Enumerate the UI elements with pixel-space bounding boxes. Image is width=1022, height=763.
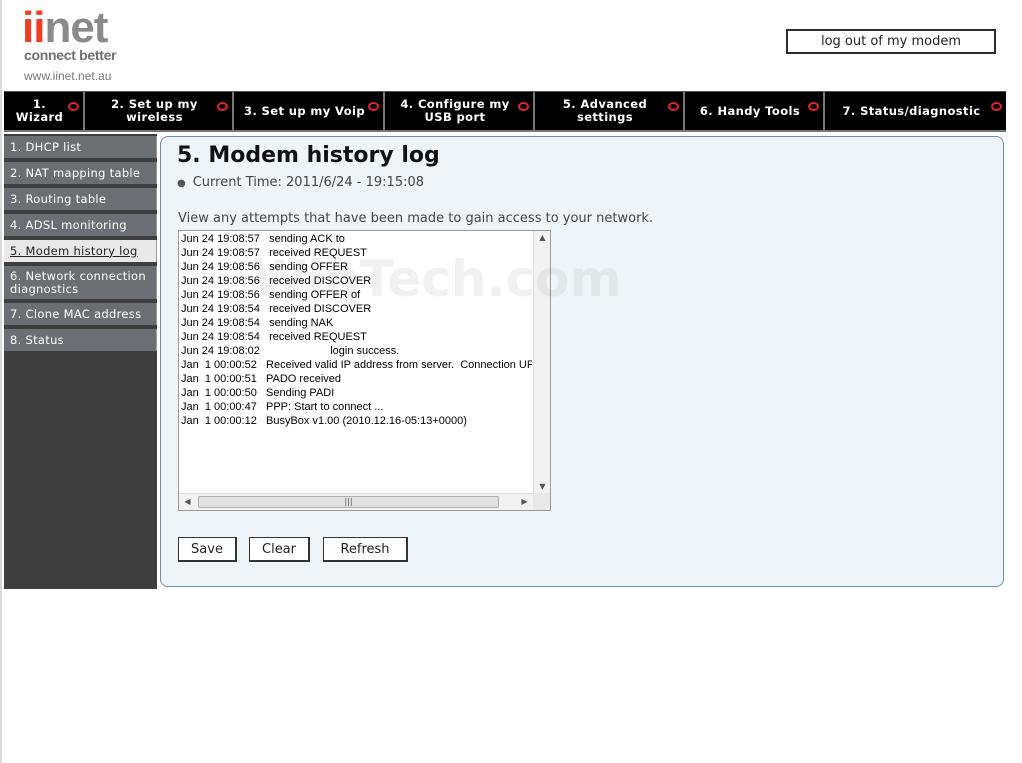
- sidebar-item-dhcp-list[interactable]: 1. DHCP list: [4, 136, 157, 158]
- status-dot-icon: [668, 102, 679, 111]
- sidebar-item-network-diagnostics[interactable]: 6. Network connection diagnostics: [4, 266, 157, 299]
- log-line: Jun 24 19:08:02 login success.: [181, 345, 400, 357]
- logout-button[interactable]: log out of my modem: [786, 29, 996, 54]
- vertical-scrollbar[interactable]: ▲ ▼: [533, 231, 550, 493]
- sidebar-item-label: 3. Routing table: [10, 191, 107, 206]
- sidebar-item-modem-history-log[interactable]: 5. Modem history log: [4, 240, 157, 262]
- log-line: Jun 24 19:08:54 sending NAK: [181, 317, 334, 329]
- current-time: ● Current Time: 2011/6/24 - 19:15:08: [177, 175, 424, 190]
- sidebar-item-label: 8. Status: [10, 332, 64, 347]
- page-title: 5. Modem history log: [177, 143, 440, 168]
- iinet-logo: iinet connect better www.iinet.net.au: [22, 3, 132, 88]
- sidebar-item-routing-table[interactable]: 3. Routing table: [4, 188, 157, 210]
- status-dot-icon: [217, 102, 228, 111]
- logo-url: www.iinet.net.au: [24, 69, 112, 83]
- refresh-button[interactable]: Refresh: [323, 537, 408, 562]
- main-panel: 5. Modem history log ● Current Time: 2011…: [160, 136, 1004, 587]
- status-dot-icon: [368, 102, 379, 111]
- tab-label: 3. Set up my Voip: [243, 103, 365, 118]
- sidebar-item-adsl-monitoring[interactable]: 4. ADSL monitoring: [4, 214, 157, 236]
- log-line: Jun 24 19:08:56 sending OFFER of: [181, 289, 361, 301]
- status-dot-icon: [68, 102, 79, 111]
- clear-button[interactable]: Clear: [249, 537, 310, 562]
- sidebar-item-label: 6. Network connection diagnostics: [10, 268, 146, 296]
- log-line: Jun 24 19:08:56 received DISCOVER: [181, 275, 372, 287]
- tab-handy-tools[interactable]: 6. Handy Tools: [685, 92, 825, 130]
- current-time-label: Current Time: 2011/6/24 - 19:15:08: [192, 175, 425, 190]
- tab-wizard[interactable]: 1. Wizard: [4, 92, 85, 130]
- log-content: Jun 24 19:08:57 sending ACK to Jun 24 19:…: [181, 232, 532, 492]
- sidebar-item-status[interactable]: 8. Status: [4, 329, 157, 351]
- tab-label: 1. Wizard: [15, 97, 64, 124]
- tab-label: 6. Handy Tools: [699, 103, 801, 118]
- log-line: Jun 24 19:08:57 received REQUEST: [181, 247, 367, 259]
- sidebar-item-label: 1. DHCP list: [10, 139, 82, 154]
- status-dot-icon: [518, 102, 529, 111]
- sidebar-item-label: 5. Modem history log: [10, 243, 138, 258]
- scroll-up-icon[interactable]: ▲: [534, 233, 550, 242]
- log-line: Jan 1 00:00:51 PADO received: [181, 373, 341, 385]
- status-dot-icon: [991, 102, 1002, 111]
- status-dot-icon: [808, 102, 819, 111]
- sidebar-item-label: 7. Clone MAC address: [10, 306, 142, 321]
- tab-label: 2. Set up my wireless: [111, 97, 198, 124]
- tab-advanced[interactable]: 5. Advanced settings: [535, 92, 685, 130]
- tab-voip[interactable]: 3. Set up my Voip: [234, 92, 385, 130]
- logo-brand: iinet: [22, 3, 108, 52]
- log-line: Jan 1 00:00:47 PPP: Start to connect ...: [181, 401, 384, 413]
- page-description: View any attempts that have been made to…: [178, 211, 654, 226]
- bullet-icon: ●: [177, 178, 186, 189]
- scroll-left-icon[interactable]: ◀: [179, 497, 196, 506]
- top-nav: 1. Wizard 2. Set up my wireless 3. Set u…: [4, 91, 1006, 132]
- tab-label: 7. Status/diagnostic: [842, 103, 981, 118]
- tab-label: 5. Advanced settings: [562, 97, 648, 124]
- history-log-textarea[interactable]: Jun 24 19:08:57 sending ACK to Jun 24 19:…: [178, 230, 551, 511]
- tab-usb[interactable]: 4. Configure my USB port: [385, 92, 535, 130]
- log-line: Jan 1 00:00:12 BusyBox v1.00 (2010.12.16…: [181, 415, 467, 427]
- logo-tagline: connect better: [24, 47, 117, 63]
- scroll-right-icon[interactable]: ▶: [516, 497, 533, 506]
- scroll-thumb[interactable]: |||: [198, 496, 499, 508]
- horizontal-scrollbar[interactable]: ◀ ||| ▶: [179, 493, 533, 510]
- log-line: Jun 24 19:08:54 received DISCOVER: [181, 303, 372, 315]
- scroll-corner: [533, 493, 550, 510]
- tab-label: 4. Configure my USB port: [400, 97, 510, 124]
- scroll-down-icon[interactable]: ▼: [534, 482, 550, 491]
- sidebar-item-label: 4. ADSL monitoring: [10, 217, 127, 232]
- tab-status-diagnostic[interactable]: 7. Status/diagnostic: [825, 92, 1006, 130]
- sidebar-item-nat-mapping[interactable]: 2. NAT mapping table: [4, 162, 157, 184]
- log-line: Jan 1 00:00:50 Sending PADI: [181, 387, 335, 399]
- log-line: Jun 24 19:08:57 sending ACK to: [181, 233, 345, 245]
- save-button[interactable]: Save: [178, 537, 237, 562]
- tab-wireless[interactable]: 2. Set up my wireless: [85, 92, 234, 130]
- sidebar-item-label: 2. NAT mapping table: [10, 165, 141, 180]
- log-line: Jun 24 19:08:54 received REQUEST: [181, 331, 367, 343]
- sidebar: 1. DHCP list 2. NAT mapping table 3. Rou…: [4, 134, 157, 589]
- log-line: Jan 1 00:00:52 Received valid IP address…: [181, 359, 532, 371]
- sidebar-item-clone-mac[interactable]: 7. Clone MAC address: [4, 303, 157, 325]
- log-line: Jun 24 19:08:56 sending OFFER: [181, 261, 348, 273]
